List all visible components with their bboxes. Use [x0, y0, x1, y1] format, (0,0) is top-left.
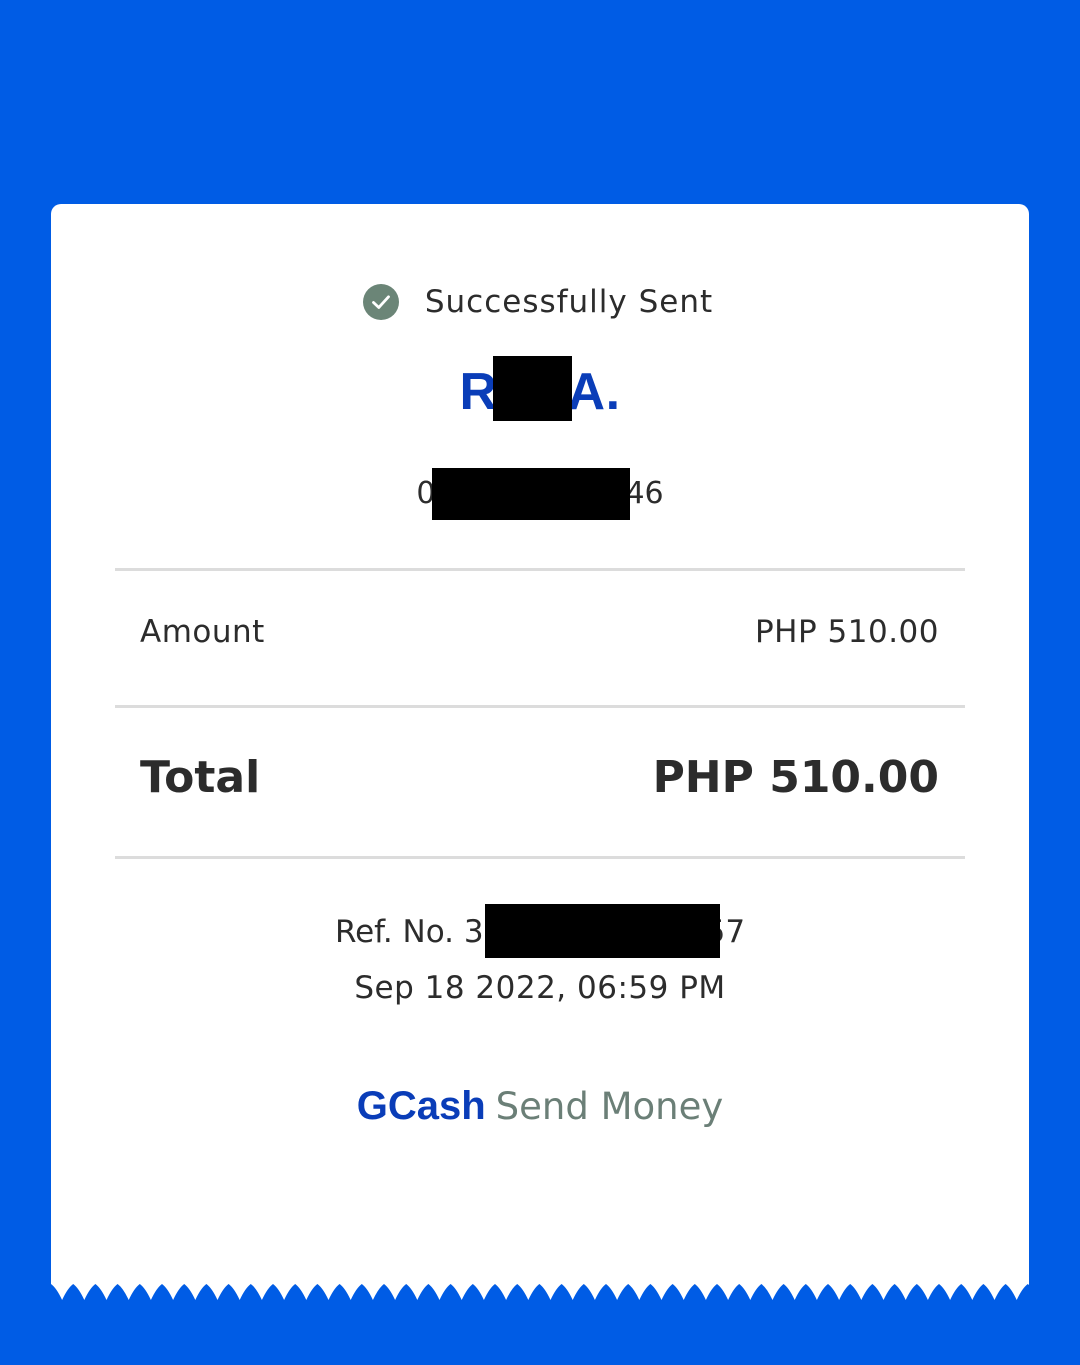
redaction-block: [432, 468, 630, 520]
amount-value: PHP 510.00: [754, 614, 939, 650]
redaction-block: [493, 356, 572, 421]
divider: [115, 568, 965, 571]
brand-name: GCash: [356, 1084, 486, 1128]
status-text: Successfully Sent: [424, 284, 714, 320]
receipt-torn-edge: [51, 1282, 1029, 1300]
divider: [115, 705, 965, 708]
recipient-name-prefix: R: [459, 363, 498, 421]
recipient-name-suffix: A.: [567, 363, 621, 421]
check-circle-icon: [362, 284, 399, 320]
brand-footer: GCash Send Money: [51, 1084, 1029, 1129]
transaction-datetime: Sep 18 2022, 06:59 PM: [354, 970, 726, 1006]
total-value: PHP 510.00: [652, 752, 939, 803]
divider: [115, 856, 965, 859]
redaction-block: [485, 904, 720, 958]
amount-label: Amount: [140, 614, 265, 650]
reference-number-prefix: Ref. No. 3: [334, 914, 484, 950]
total-label: Total: [140, 752, 261, 803]
brand-service: Send Money: [495, 1085, 724, 1128]
status-row: Successfully Sent: [51, 284, 1029, 320]
receipt-card: Successfully Sent R A. 0 46 Amount PHP 510…: [51, 204, 1029, 1284]
recipient-number-suffix: 46: [625, 476, 664, 511]
